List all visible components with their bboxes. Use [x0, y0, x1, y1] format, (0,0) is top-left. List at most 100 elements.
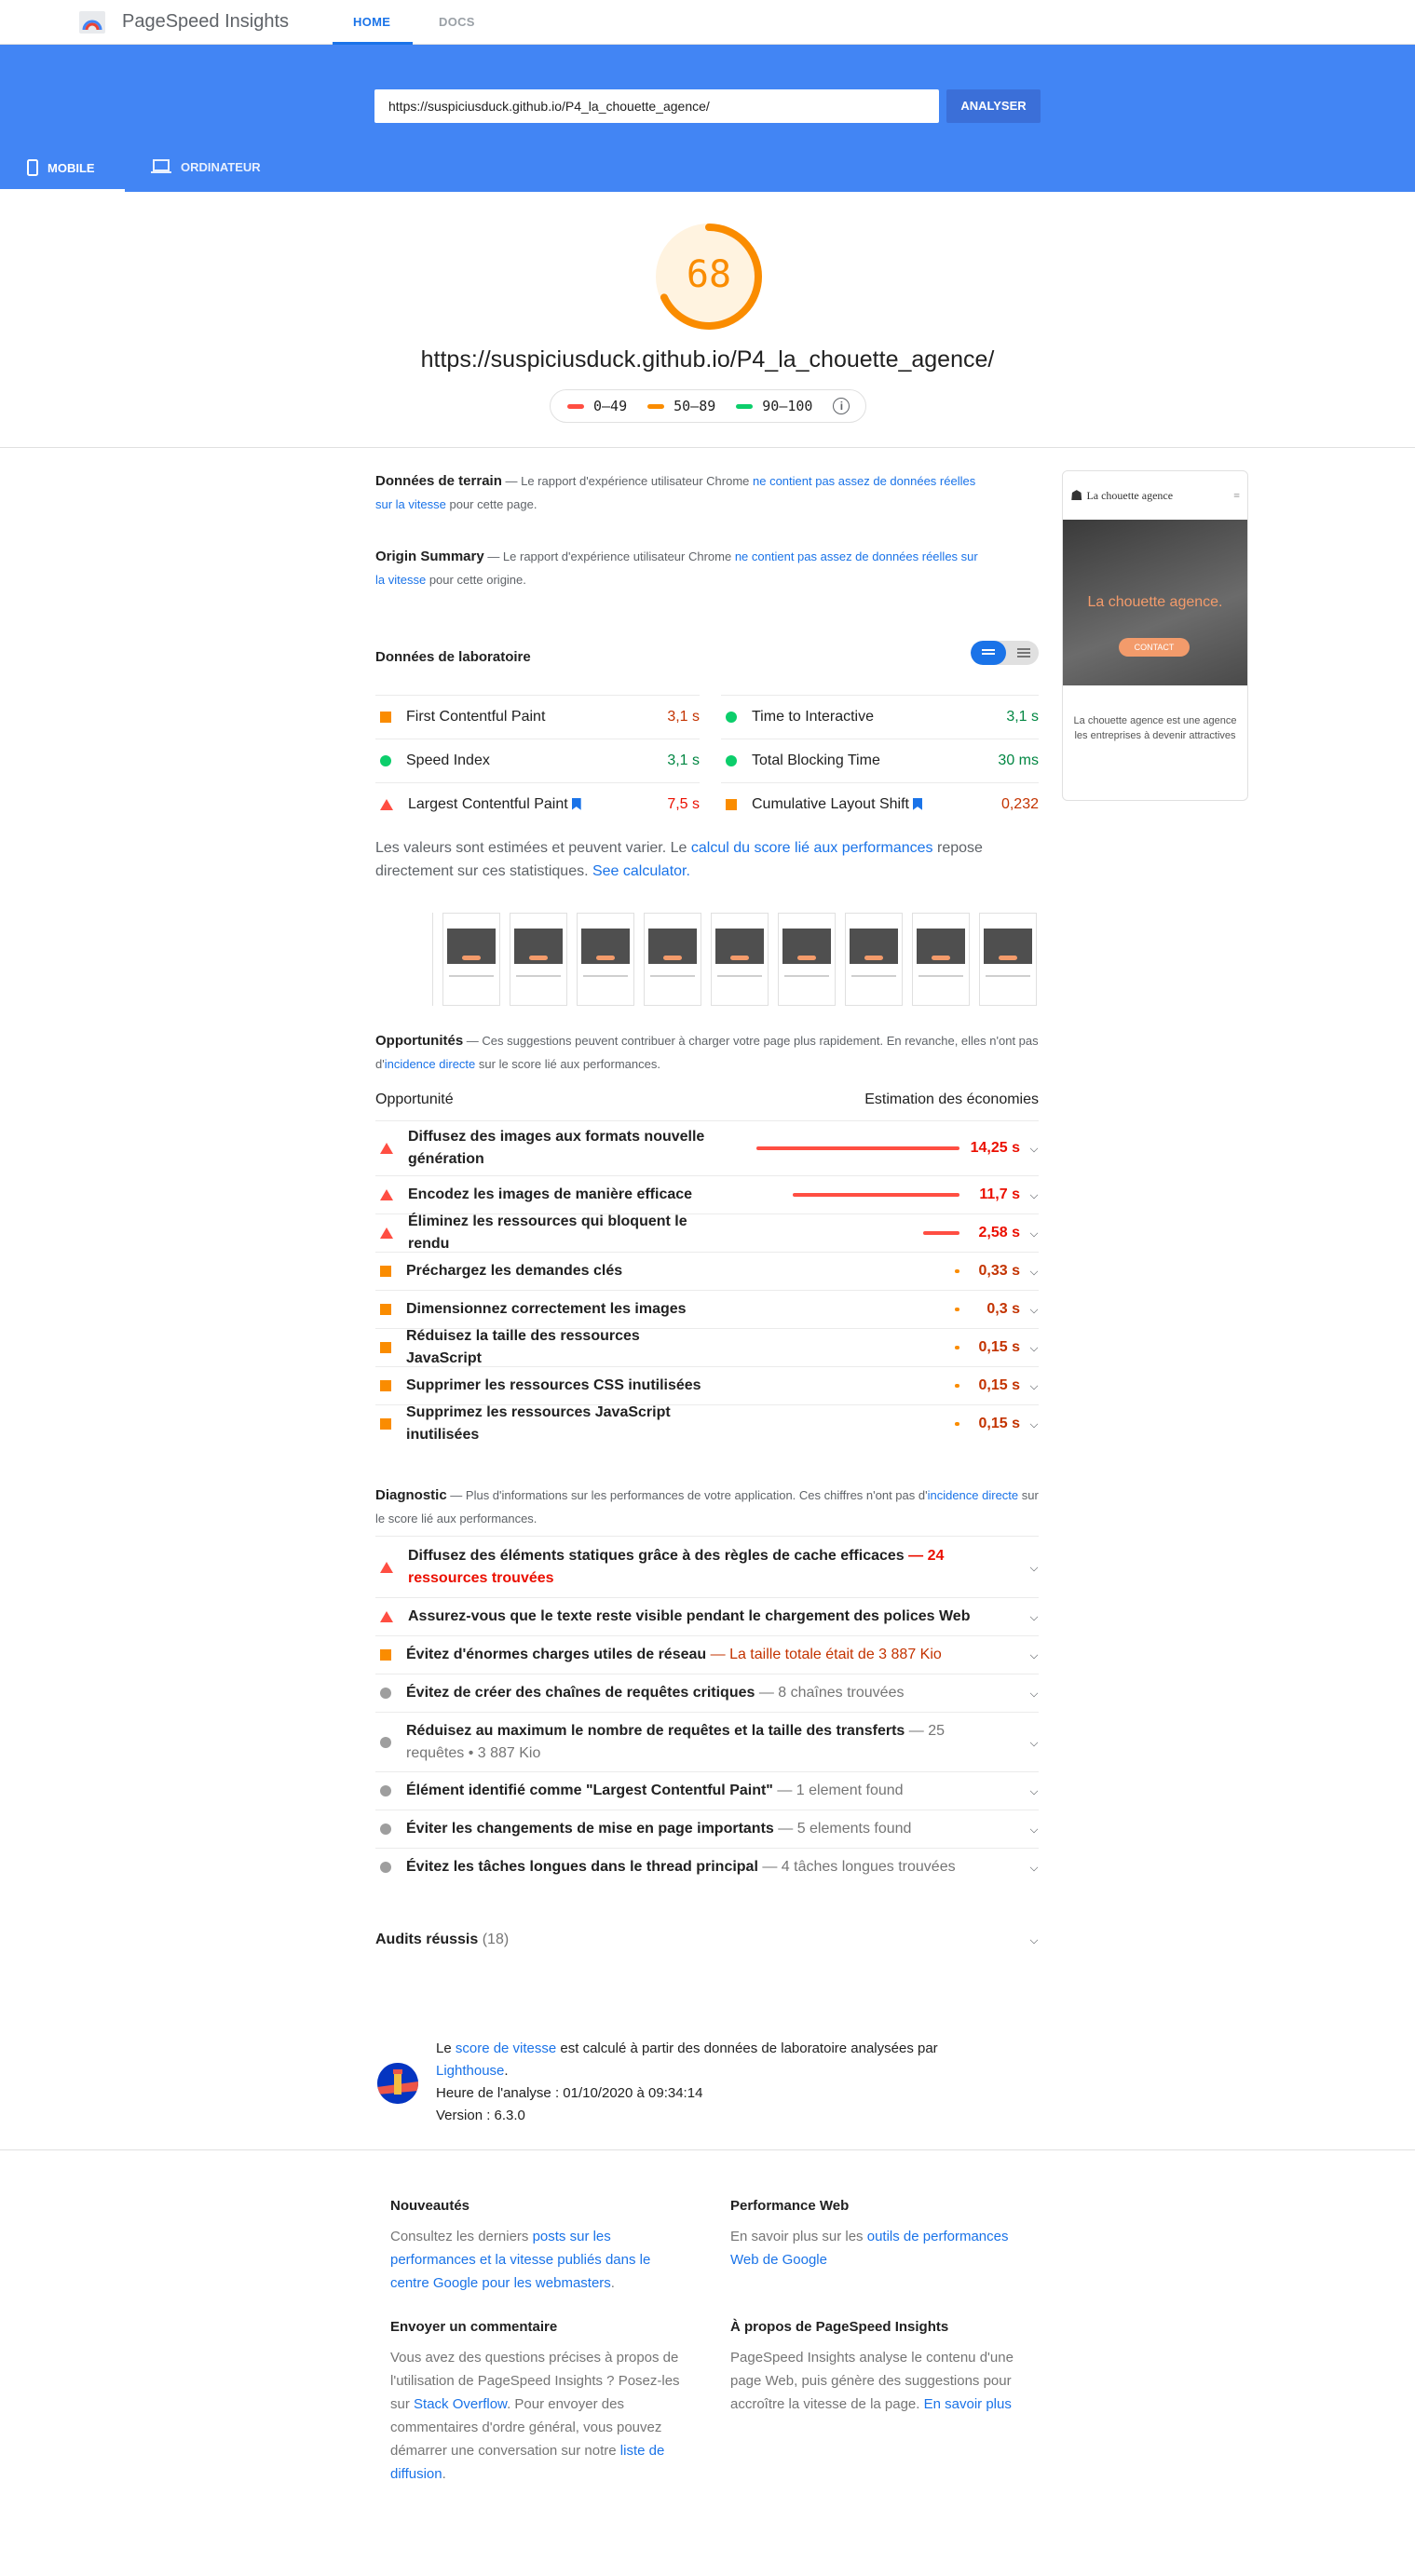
compact-view-icon	[982, 649, 995, 651]
opportunity-saving: 2,58 s	[978, 1225, 1020, 1241]
chevron-down-icon[interactable]	[1029, 1738, 1039, 1746]
opportunity-saving: 0,33 s	[978, 1263, 1020, 1279]
chevron-down-icon[interactable]	[1029, 1190, 1039, 1200]
info-icon[interactable]: i	[833, 398, 850, 414]
chevron-down-icon[interactable]	[1029, 1824, 1039, 1834]
chevron-down-icon[interactable]	[1029, 1688, 1039, 1698]
col-opportunity: Opportunité	[375, 1091, 454, 1107]
fail-swatch	[567, 403, 584, 409]
metric-speed-index: Speed Index 3,1 s	[375, 739, 700, 781]
diagnostic-row[interactable]: Assurez-vous que le texte reste visible …	[375, 1597, 1039, 1635]
diagnostic-title: Éviter les changements de mise en page i…	[406, 1818, 911, 1840]
diagnostic-link[interactable]: incidence directe	[928, 1488, 1019, 1502]
estimate-text: Les valeurs sont estimées et peuvent var…	[375, 840, 691, 856]
tab-desktop[interactable]: ORDINATEUR	[151, 159, 261, 174]
diagnostic-row[interactable]: Élément identifié comme "Largest Content…	[375, 1771, 1039, 1810]
opportunities-title: Opportunités	[375, 1033, 464, 1049]
chevron-down-icon[interactable]	[1029, 1228, 1039, 1238]
average-square-icon	[380, 711, 391, 723]
metric-value: 3,1 s	[667, 752, 700, 768]
chevron-down-icon[interactable]	[1029, 1419, 1039, 1429]
opportunity-row[interactable]: Préchargez les demandes clés 0,33 s	[375, 1252, 1039, 1290]
opportunity-title: Préchargez les demandes clés	[406, 1263, 623, 1279]
url-input[interactable]	[374, 89, 939, 123]
opportunities-link[interactable]: incidence directe	[385, 1057, 476, 1071]
footer-feedback-body: Vous avez des questions précises à propo…	[390, 2346, 684, 2486]
device-tab-indicator	[0, 189, 125, 192]
learn-more-link[interactable]: En savoir plus	[924, 2396, 1012, 2412]
savings-bar	[955, 1346, 959, 1349]
diagnostic-title-text: Réduisez au maximum le nombre de requête…	[406, 1722, 905, 1739]
chevron-down-icon[interactable]	[1029, 1863, 1039, 1872]
footer-about-title: À propos de PageSpeed Insights	[730, 2319, 949, 2335]
footer-perf-body: En savoir plus sur les outils de perform…	[730, 2225, 1038, 2271]
metric-label: Total Blocking Time	[752, 752, 880, 768]
diagnostic-row[interactable]: Évitez de créer des chaînes de requêtes …	[375, 1674, 1039, 1712]
opportunity-row[interactable]: Supprimer les ressources CSS inutilisées…	[375, 1366, 1039, 1404]
diagnostic-title-text: Évitez d'énormes charges utiles de résea…	[406, 1647, 707, 1662]
passed-audits-count: (18)	[482, 1932, 510, 1947]
chevron-down-icon[interactable]	[1029, 1381, 1039, 1390]
chevron-down-icon[interactable]	[1029, 1343, 1039, 1352]
lighthouse-note: Le score de vitesse est calculé à partir…	[436, 2038, 938, 2127]
chevron-down-icon[interactable]	[1029, 1305, 1039, 1314]
app-title[interactable]: PageSpeed Insights	[122, 11, 289, 33]
metric-label: Largest Contentful Paint	[408, 795, 568, 812]
screenshot-header: ☗ La chouette agence ≡	[1063, 471, 1247, 520]
diagnostic-detail: — 4 tâches longues trouvées	[757, 1859, 956, 1875]
score-legend: 0–49 50–89 90–100 i	[550, 389, 866, 423]
passed-audits-title: Audits réussis (18)	[375, 1929, 509, 1951]
footer-about-body: PageSpeed Insights analyse le contenu d'…	[730, 2346, 1019, 2416]
legend-pass: 90–100	[736, 398, 812, 414]
stack-overflow-link[interactable]: Stack Overflow	[414, 2396, 507, 2412]
speed-score-link[interactable]: score de vitesse	[456, 2040, 556, 2056]
diagnostic-title-text: Élément identifié comme "Largest Content…	[406, 1783, 773, 1798]
toggle-compact[interactable]	[971, 641, 1006, 665]
diagnostic-row[interactable]: Réduisez au maximum le nombre de requête…	[375, 1712, 1039, 1771]
calculator-link[interactable]: See calculator.	[592, 863, 690, 879]
score-calculation-link[interactable]: calcul du score lié aux performances	[691, 840, 933, 856]
tab-mobile[interactable]: MOBILE	[27, 159, 95, 176]
opportunity-title: Réduisez la taille des ressources JavaSc…	[406, 1328, 640, 1366]
analyzed-url: https://suspiciusduck.github.io/P4_la_ch…	[420, 346, 995, 373]
chevron-down-icon[interactable]	[1029, 1144, 1039, 1153]
diagnostic-row[interactable]: Diffusez des éléments statiques grâce à …	[375, 1536, 1039, 1597]
average-square-icon	[380, 1342, 391, 1353]
diagnostic-detail: — 5 elements found	[773, 1821, 912, 1837]
analyze-button[interactable]: ANALYSER	[946, 89, 1041, 123]
opportunity-row[interactable]: Dimensionnez correctement les images 0,3 …	[375, 1290, 1039, 1328]
passed-audits-row[interactable]: Audits réussis (18)	[375, 1920, 1039, 1959]
metrics-view-toggle[interactable]	[971, 641, 1039, 665]
nav-docs[interactable]: DOCS	[439, 15, 475, 29]
chevron-down-icon[interactable]	[1029, 1935, 1039, 1945]
metric-label: First Contentful Paint	[406, 708, 546, 725]
savings-bar	[955, 1422, 959, 1426]
menu-icon: ≡	[1233, 488, 1240, 502]
chevron-down-icon[interactable]	[1029, 1786, 1039, 1796]
metric-label-wrap: Cumulative Layout Shift	[752, 796, 1001, 813]
opportunity-row[interactable]: Éliminez les ressources qui bloquent le …	[375, 1213, 1039, 1252]
screenshot-hero: La chouette agence. CONTACT	[1063, 520, 1247, 685]
opportunity-row[interactable]: Encodez les images de manière efficace 11…	[375, 1175, 1039, 1213]
diagnostic-row[interactable]: Évitez d'énormes charges utiles de résea…	[375, 1635, 1039, 1674]
laptop-icon	[151, 159, 171, 173]
diagnostic-row[interactable]: Éviter les changements de mise en page i…	[375, 1810, 1039, 1848]
nav-home[interactable]: HOME	[353, 15, 390, 29]
chevron-down-icon[interactable]	[1029, 1612, 1039, 1621]
opportunity-row[interactable]: Réduisez la taille des ressources JavaSc…	[375, 1328, 1039, 1366]
diagnostic-row[interactable]: Évitez les tâches longues dans le thread…	[375, 1848, 1039, 1886]
diagnostic-detail: — 8 chaînes trouvées	[755, 1685, 905, 1701]
pagespeed-logo[interactable]	[78, 10, 106, 34]
opportunity-row[interactable]: Supprimez les ressources JavaScript inut…	[375, 1404, 1039, 1443]
chevron-down-icon[interactable]	[1029, 1650, 1039, 1660]
divider	[0, 447, 1415, 448]
opportunity-saving: 11,7 s	[979, 1186, 1020, 1202]
lighthouse-logo	[377, 2063, 418, 2104]
opportunity-title: Supprimer les ressources CSS inutilisées	[406, 1377, 701, 1393]
chevron-down-icon[interactable]	[1029, 1267, 1039, 1276]
diagnostic-title: Élément identifié comme "Largest Content…	[406, 1780, 904, 1802]
chevron-down-icon[interactable]	[1029, 1563, 1039, 1571]
lighthouse-link[interactable]: Lighthouse	[436, 2063, 504, 2079]
opportunity-row[interactable]: Diffusez des images aux formats nouvelle…	[375, 1120, 1039, 1175]
opportunity-saving: 14,25 s	[970, 1140, 1020, 1156]
